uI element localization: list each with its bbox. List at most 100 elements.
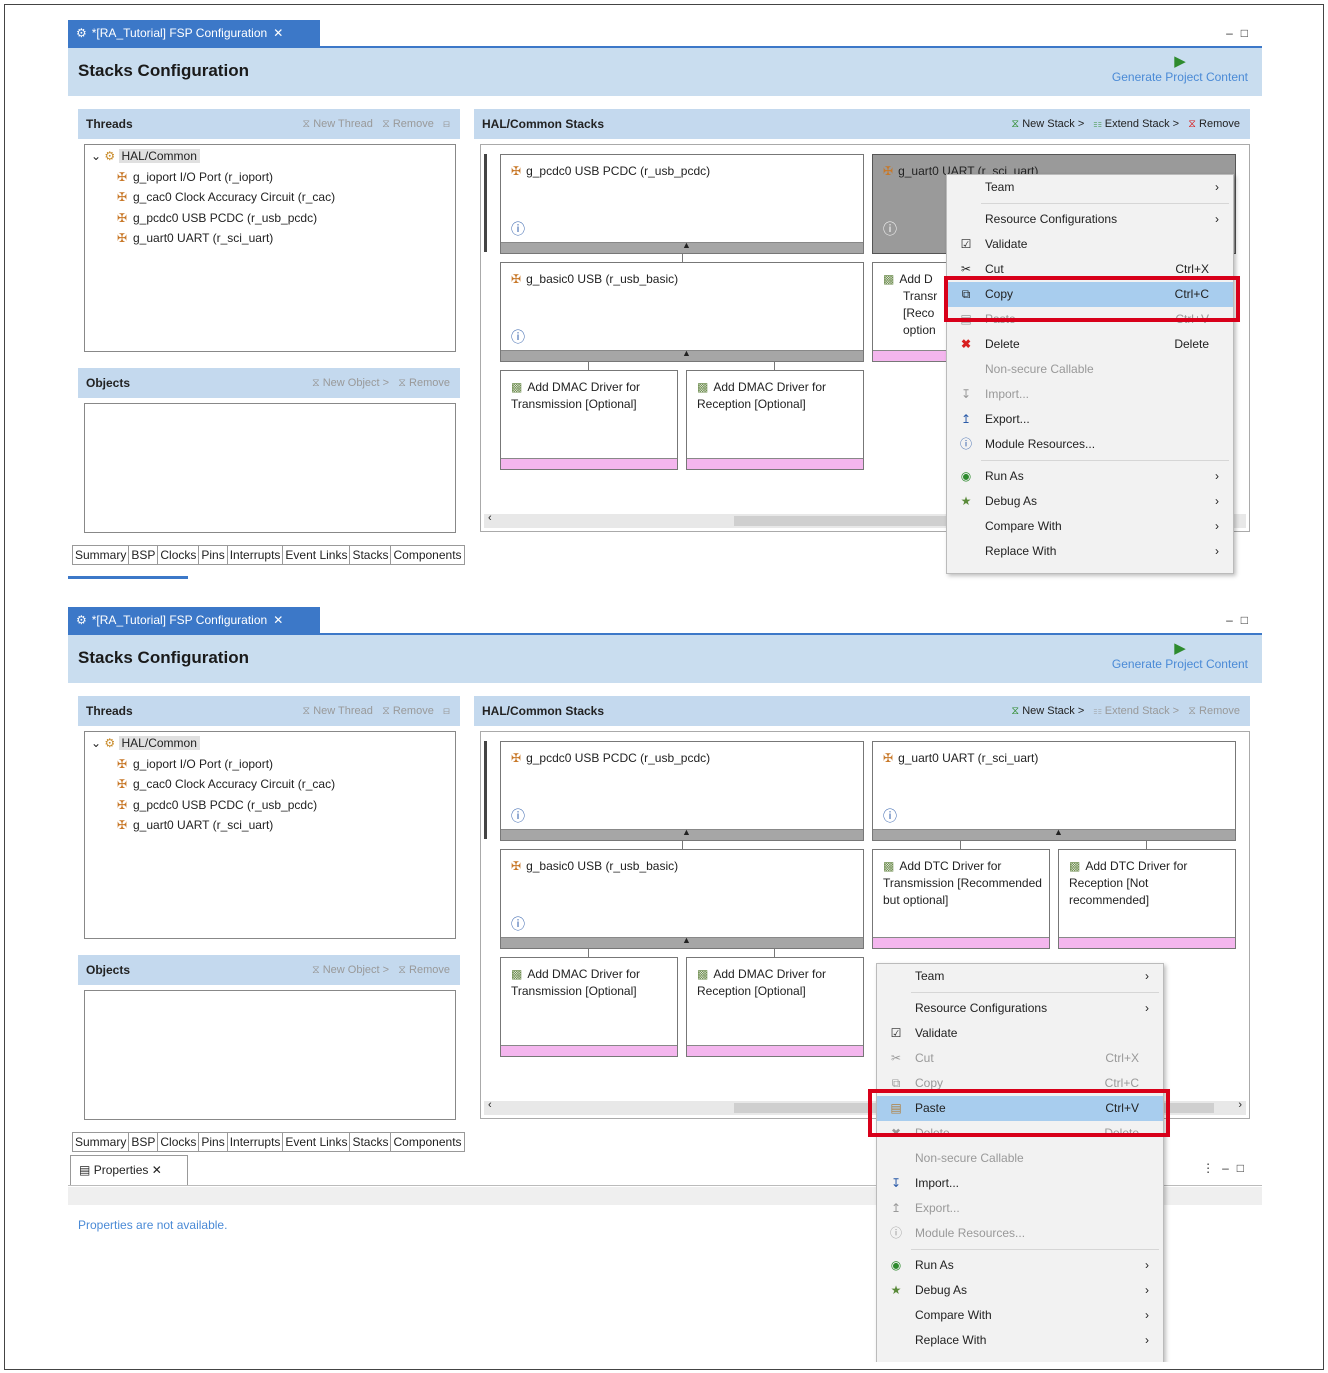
info-icon[interactable]: ⓘ (511, 327, 525, 347)
chevron-left-icon[interactable]: ‹ (488, 1099, 492, 1111)
chevron-down-icon[interactable]: ⌄ (91, 736, 101, 750)
tree-item[interactable]: ✠ g_uart0 UART (r_sci_uart) (91, 815, 335, 836)
remove-thread-button[interactable]: Remove (393, 705, 434, 717)
tab-summary[interactable]: Summary (72, 1132, 130, 1152)
new-object-button[interactable]: New Object > (323, 377, 389, 389)
tab-stacks[interactable]: Stacks (349, 545, 392, 565)
menu-item-cut[interactable]: ✂ Cut Ctrl+X (877, 1046, 1163, 1071)
tab-event-links[interactable]: Event Links (282, 545, 351, 565)
menu-item-import[interactable]: ↧ Import... (947, 382, 1233, 407)
menu-item-delete[interactable]: ✖ Delete Delete (947, 332, 1233, 357)
tab-clocks[interactable]: Clocks (157, 1132, 200, 1152)
menu-item-replace-with[interactable]: Replace With › (877, 1328, 1163, 1353)
tree-item[interactable]: ✠ g_ioport I/O Port (r_ioport) (91, 167, 335, 188)
menu-item-compare-with[interactable]: Compare With › (877, 1303, 1163, 1328)
new-object-button[interactable]: New Object > (323, 964, 389, 976)
editor-tab[interactable]: ⚙ *[RA_Tutorial] FSP Configuration ✕ (68, 607, 320, 633)
module-uart[interactable]: ✠ g_uart0 UART (r_sci_uart) ⓘ ▲ (872, 741, 1236, 841)
new-thread-button[interactable]: New Thread (313, 705, 373, 717)
new-stack-button[interactable]: New Stack > (1022, 118, 1084, 130)
menu-item-validate[interactable]: ☑ Validate (877, 1021, 1163, 1046)
tab-event-links[interactable]: Event Links (282, 1132, 351, 1152)
remove-object-button[interactable]: Remove (409, 964, 450, 976)
module-pcdc[interactable]: ✠ g_pcdc0 USB PCDC (r_usb_pcdc) ⓘ ▲ (500, 154, 864, 254)
menu-item-debug-as[interactable]: ★ Debug As › (947, 489, 1233, 514)
menu-item-non-secure-callable[interactable]: Non-secure Callable (877, 1146, 1163, 1171)
properties-window-controls[interactable]: ⋮‒□ (1202, 1161, 1252, 1175)
generate-project-content-button[interactable]: ▶ Generate Project Content (1112, 641, 1248, 672)
menu-item-non-secure-callable[interactable]: Non-secure Callable (947, 357, 1233, 382)
remove-stack-button[interactable]: Remove (1199, 705, 1240, 717)
properties-tab[interactable]: ▤ Properties ✕ (70, 1155, 188, 1185)
tab-components[interactable]: Components (390, 1132, 465, 1152)
menu-item-module-resources[interactable]: ⓘ Module Resources... (947, 432, 1233, 457)
module-dmac-rx[interactable]: ▩ Add DMAC Driver for Reception [Optional… (686, 370, 864, 470)
tab-interrupts[interactable]: Interrupts (226, 545, 284, 565)
remove-stack-button[interactable]: Remove (1199, 118, 1240, 130)
extend-stack-button[interactable]: Extend Stack > (1105, 705, 1179, 717)
menu-item-run-as[interactable]: ◉ Run As › (877, 1253, 1163, 1278)
menu-item-debug-as[interactable]: ★ Debug As › (877, 1278, 1163, 1303)
module-basic[interactable]: ✠ g_basic0 USB (r_usb_basic) ⓘ ▲ (500, 849, 864, 949)
tree-item[interactable]: ✠ g_pcdc0 USB PCDC (r_usb_pcdc) (91, 795, 335, 816)
new-stack-button[interactable]: New Stack > (1022, 705, 1084, 717)
tab-bsp[interactable]: BSP (128, 545, 159, 565)
menu-item-replace-with[interactable]: Replace With › (947, 539, 1233, 564)
tree-item[interactable]: ✠ g_pcdc0 USB PCDC (r_usb_pcdc) (91, 208, 335, 229)
menu-item-run-as[interactable]: ◉ Run As › (947, 464, 1233, 489)
menu-item-compare-with[interactable]: Compare With › (947, 514, 1233, 539)
menu-item-resource-configurations[interactable]: Resource Configurations › (877, 996, 1163, 1021)
remove-thread-button[interactable]: Remove (393, 118, 434, 130)
menu-item-module-resources[interactable]: ⓘ Module Resources... (877, 1221, 1163, 1246)
tab-clocks[interactable]: Clocks (157, 545, 200, 565)
tree-node-hal-common[interactable]: ⌄ ⚙ HAL/Common (91, 733, 335, 754)
module-dmac-tx[interactable]: ▩ Add DMAC Driver for Transmission [Optio… (500, 957, 678, 1057)
chevron-left-icon[interactable]: ‹ (488, 512, 492, 524)
info-icon[interactable]: ⓘ (511, 914, 525, 934)
close-icon[interactable]: ✕ (273, 613, 283, 627)
menu-item-export[interactable]: ↥ Export... (877, 1196, 1163, 1221)
module-dmac-tx[interactable]: ▩ Add DMAC Driver for Transmission [Optio… (500, 370, 678, 470)
module-dtc-rx[interactable]: ▩ Add DTC Driver for Reception [Not recom… (1058, 849, 1236, 949)
window-controls[interactable]: ‒□ (1226, 613, 1256, 627)
tab-stacks[interactable]: Stacks (349, 1132, 392, 1152)
new-thread-button[interactable]: New Thread (313, 118, 373, 130)
extend-stack-button[interactable]: Extend Stack > (1105, 118, 1179, 130)
tree-item[interactable]: ✠ g_ioport I/O Port (r_ioport) (91, 754, 335, 775)
module-basic[interactable]: ✠ g_basic0 USB (r_usb_basic) ⓘ ▲ (500, 262, 864, 362)
editor-tab[interactable]: ⚙ *[RA_Tutorial] FSP Configuration ✕ (68, 20, 320, 46)
close-icon[interactable]: ✕ (152, 1163, 162, 1177)
tab-summary[interactable]: Summary (72, 545, 130, 565)
generate-project-content-button[interactable]: ▶ Generate Project Content (1112, 54, 1248, 85)
menu-item-team[interactable]: Team › (947, 175, 1233, 200)
tab-components[interactable]: Components (390, 545, 465, 565)
collapse-icon[interactable]: ⊟ (443, 118, 450, 130)
info-icon[interactable]: ⓘ (883, 219, 897, 239)
menu-item-export[interactable]: ↥ Export... (947, 407, 1233, 432)
module-dmac-rx[interactable]: ▩ Add DMAC Driver for Reception [Optional… (686, 957, 864, 1057)
chevron-right-icon[interactable]: › (1238, 1099, 1242, 1111)
tab-pins[interactable]: Pins (198, 1132, 228, 1152)
menu-item-import[interactable]: ↧ Import... (877, 1171, 1163, 1196)
collapse-icon[interactable]: ⊟ (443, 705, 450, 717)
remove-object-button[interactable]: Remove (409, 377, 450, 389)
tab-pins[interactable]: Pins (198, 545, 228, 565)
scrollbar-thumb[interactable] (734, 516, 964, 526)
menu-item-team[interactable]: Team › (877, 964, 1163, 989)
tab-interrupts[interactable]: Interrupts (226, 1132, 284, 1152)
chevron-down-icon[interactable]: ⌄ (91, 149, 101, 163)
close-icon[interactable]: ✕ (273, 26, 283, 40)
menu-item-validate[interactable]: ☑ Validate (947, 232, 1233, 257)
module-dtc-tx[interactable]: ▩ Add DTC Driver for Transmission [Recomm… (872, 849, 1050, 949)
info-icon[interactable]: ⓘ (883, 806, 897, 826)
menu-item-resource-configurations[interactable]: Resource Configurations › (947, 207, 1233, 232)
tab-bsp[interactable]: BSP (128, 1132, 159, 1152)
tree-item[interactable]: ✠ g_cac0 Clock Accuracy Circuit (r_cac) (91, 187, 335, 208)
tree-node-hal-common[interactable]: ⌄ ⚙ HAL/Common (91, 146, 335, 167)
tree-item[interactable]: ✠ g_uart0 UART (r_sci_uart) (91, 228, 335, 249)
module-pcdc[interactable]: ✠ g_pcdc0 USB PCDC (r_usb_pcdc) ⓘ ▲ (500, 741, 864, 841)
info-icon[interactable]: ⓘ (511, 219, 525, 239)
window-controls[interactable]: ‒□ (1226, 26, 1256, 40)
tree-item[interactable]: ✠ g_cac0 Clock Accuracy Circuit (r_cac) (91, 774, 335, 795)
info-icon[interactable]: ⓘ (511, 806, 525, 826)
